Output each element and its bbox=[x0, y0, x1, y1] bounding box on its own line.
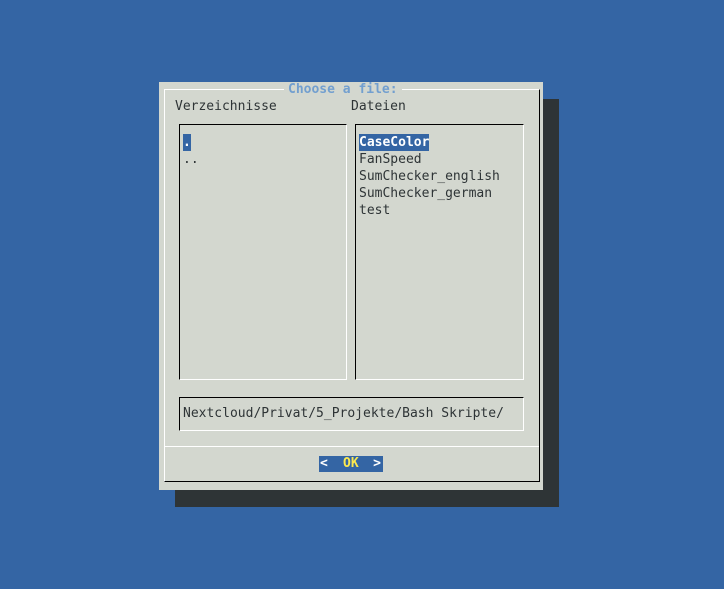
button-separator bbox=[165, 446, 539, 447]
ok-button-right-bracket: > bbox=[373, 456, 381, 471]
directory-item-current[interactable]: . bbox=[183, 134, 191, 151]
file-item-sumchecker-german[interactable]: SumChecker_german bbox=[359, 185, 492, 202]
file-item-fanspeed[interactable]: FanSpeed bbox=[359, 151, 422, 168]
file-chooser-dialog: Choose a file: Verzeichnisse Dateien . .… bbox=[159, 82, 543, 490]
files-label: Dateien bbox=[351, 99, 406, 114]
dialog-title: Choose a file: bbox=[284, 82, 402, 98]
ok-button-left-bracket: < bbox=[320, 456, 328, 471]
path-input-value: Nextcloud/Privat/5_Projekte/Bash Skripte… bbox=[183, 406, 504, 421]
file-item-sumchecker-english[interactable]: SumChecker_english bbox=[359, 168, 500, 185]
directories-list[interactable]: . .. bbox=[179, 124, 347, 380]
directories-label: Verzeichnisse bbox=[175, 99, 277, 114]
files-list[interactable]: CaseColor FanSpeed SumChecker_english Su… bbox=[355, 124, 524, 380]
ok-button[interactable]: < OK > bbox=[319, 456, 383, 472]
file-item-casecolor[interactable]: CaseColor bbox=[359, 134, 430, 151]
directory-item-parent[interactable]: .. bbox=[183, 151, 199, 168]
ok-button-label: OK bbox=[343, 456, 359, 471]
path-input[interactable]: Nextcloud/Privat/5_Projekte/Bash Skripte… bbox=[179, 397, 524, 431]
file-item-test[interactable]: test bbox=[359, 202, 390, 219]
